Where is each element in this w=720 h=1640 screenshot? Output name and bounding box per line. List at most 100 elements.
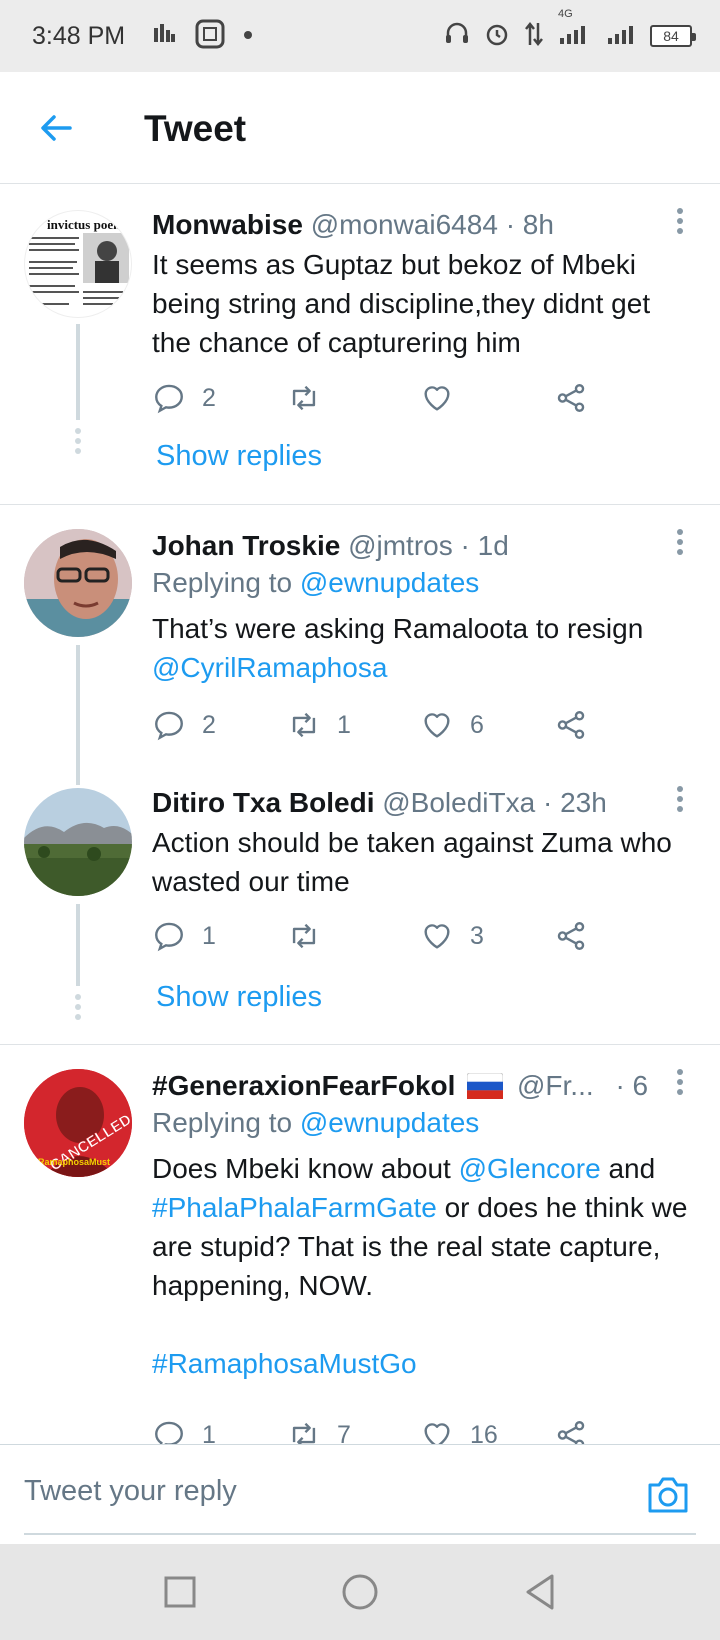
heart-icon bbox=[424, 713, 450, 738]
reply-button[interactable]: 2 bbox=[152, 378, 216, 418]
headset-icon bbox=[444, 21, 470, 52]
camera-icon[interactable] bbox=[646, 1475, 690, 1515]
russia-flag-icon bbox=[466, 1072, 504, 1107]
hashtag-link[interactable]: #RamaphosaMustGo bbox=[152, 1348, 417, 1379]
more-options-icon[interactable] bbox=[674, 1069, 686, 1099]
thread-line bbox=[76, 645, 80, 785]
data-transfer-icon bbox=[524, 21, 544, 52]
tweet-actions: 2 bbox=[152, 378, 632, 418]
tweet-header: #GeneraxionFearFokol @Fr... · 6h bbox=[152, 1069, 648, 1107]
reply-input[interactable] bbox=[24, 1461, 584, 1521]
replying-to-link[interactable]: @ewnupdates bbox=[300, 567, 479, 598]
reply-icon bbox=[155, 711, 183, 741]
retweet-button[interactable] bbox=[287, 378, 337, 418]
input-underline bbox=[24, 1533, 696, 1535]
like-count: 3 bbox=[470, 921, 484, 950]
mention-link[interactable]: @CyrilRamaphosa bbox=[152, 652, 387, 683]
reply-icon bbox=[155, 922, 183, 952]
network-type: 4G bbox=[558, 7, 573, 20]
share-button[interactable] bbox=[554, 705, 588, 745]
tweet-text: It seems as Guptaz but bekoz of Mbeki be… bbox=[152, 249, 651, 358]
display-name[interactable]: Monwabise bbox=[152, 209, 303, 240]
share-button[interactable] bbox=[554, 916, 588, 956]
reply-button[interactable]: 2 bbox=[152, 705, 216, 745]
share-icon bbox=[557, 1421, 585, 1444]
tweet-text-part: and bbox=[608, 1153, 656, 1184]
signal-icon bbox=[606, 22, 636, 51]
like-button[interactable]: 6 bbox=[420, 705, 484, 745]
status-indicators: 4G 84 bbox=[444, 8, 696, 52]
avatar[interactable] bbox=[24, 529, 132, 637]
replying-prefix: Replying to bbox=[152, 1107, 293, 1138]
retweet-count: 7 bbox=[337, 1420, 351, 1445]
share-icon bbox=[557, 922, 585, 950]
avatar-subtext: RamaphosaMust bbox=[38, 1157, 110, 1167]
reply-icon bbox=[155, 384, 183, 414]
retweet-button[interactable] bbox=[287, 916, 337, 956]
tweet-johan-troskie[interactable]: Johan Troskie @jmtros · 1d Replying to @… bbox=[0, 505, 720, 785]
replying-to: Replying to @ewnupdates bbox=[152, 1105, 479, 1141]
replying-to-link[interactable]: @ewnupdates bbox=[300, 1107, 479, 1138]
reply-button[interactable]: 1 bbox=[152, 1415, 216, 1444]
reply-count: 1 bbox=[202, 1420, 216, 1445]
tweet-time: · 6h bbox=[615, 1070, 648, 1101]
mention-link[interactable]: @Glencore bbox=[459, 1153, 601, 1184]
user-handle[interactable]: @jmtros bbox=[348, 530, 453, 561]
replying-to: Replying to @ewnupdates bbox=[152, 565, 479, 601]
tweet-actions: 1 3 bbox=[152, 916, 632, 956]
user-handle[interactable]: @monwai6484 bbox=[311, 209, 498, 240]
reply-button[interactable]: 1 bbox=[152, 916, 216, 956]
alarm-icon bbox=[484, 21, 510, 52]
home-icon[interactable] bbox=[340, 1572, 380, 1612]
show-replies-link[interactable]: Show replies bbox=[156, 981, 322, 1014]
user-handle[interactable]: @BolediTxa bbox=[382, 787, 535, 818]
recents-icon[interactable] bbox=[160, 1572, 200, 1612]
show-replies-link[interactable]: Show replies bbox=[156, 440, 322, 473]
signal-4g-icon: 4G bbox=[558, 8, 592, 51]
hashtag-link[interactable]: #PhalaPhalaFarmGate bbox=[152, 1192, 437, 1223]
reply-icon bbox=[155, 1421, 183, 1444]
like-button[interactable]: 3 bbox=[420, 916, 484, 956]
reply-count: 2 bbox=[202, 710, 216, 739]
display-name[interactable]: Ditiro Txa Boledi bbox=[152, 787, 374, 818]
tweet-text-main: That’s were asking Ramaloota to resign bbox=[152, 613, 644, 644]
tweet-time: · 23h bbox=[542, 787, 607, 818]
reply-count: 2 bbox=[202, 383, 216, 412]
avatar[interactable]: invictus poem bbox=[24, 210, 132, 318]
tweet-generaxionfearfokol[interactable]: CANCELLED RamaphosaMust #GeneraxionFearF… bbox=[0, 1045, 720, 1444]
tweet-time: · 1d bbox=[460, 530, 509, 561]
tweet-monwabise[interactable]: invictus poem Monwabise @monwai6484 · 8h… bbox=[0, 184, 720, 504]
retweet-button[interactable]: 7 bbox=[287, 1415, 351, 1444]
avatar[interactable]: CANCELLED RamaphosaMust bbox=[24, 1069, 132, 1177]
tweet-actions: 2 1 6 bbox=[152, 705, 632, 745]
more-options-icon[interactable] bbox=[674, 208, 686, 238]
more-options-icon[interactable] bbox=[674, 529, 686, 559]
replying-prefix: Replying to bbox=[152, 567, 293, 598]
retweet-button[interactable]: 1 bbox=[287, 705, 351, 745]
back-arrow-icon[interactable] bbox=[36, 108, 76, 148]
share-button[interactable] bbox=[554, 1415, 588, 1444]
retweet-count: 1 bbox=[337, 710, 351, 739]
tweet-time: · 8h bbox=[505, 209, 554, 240]
heart-icon bbox=[424, 924, 450, 949]
display-name[interactable]: #GeneraxionFearFokol bbox=[152, 1070, 455, 1101]
share-button[interactable] bbox=[554, 378, 588, 418]
status-bar: 3:48 PM 4G 84 bbox=[0, 0, 720, 72]
tweet-text: Does Mbeki know about @Glencore and #Pha… bbox=[152, 1149, 692, 1383]
tweet-text: That’s were asking Ramaloota to resign @… bbox=[152, 609, 692, 687]
avatar[interactable] bbox=[24, 788, 132, 896]
like-button[interactable]: 16 bbox=[420, 1415, 498, 1444]
more-options-icon[interactable] bbox=[674, 786, 686, 816]
page-title: Tweet bbox=[144, 108, 247, 149]
display-name[interactable]: Johan Troskie bbox=[152, 530, 340, 561]
retweet-icon bbox=[292, 712, 316, 738]
tweet-header: Johan Troskie @jmtros · 1d bbox=[152, 529, 648, 563]
system-back-icon[interactable] bbox=[520, 1572, 560, 1612]
user-handle[interactable]: @Fr... bbox=[517, 1070, 594, 1101]
like-button[interactable] bbox=[420, 378, 470, 418]
heart-icon bbox=[424, 1423, 450, 1444]
retweet-icon bbox=[292, 923, 316, 949]
tweet-actions: 1 7 16 bbox=[152, 1415, 632, 1444]
heart-icon bbox=[424, 386, 450, 411]
tweet-ditiro-txa-boledi[interactable]: Ditiro Txa Boledi @BolediTxa · 23h Actio… bbox=[0, 770, 720, 1042]
